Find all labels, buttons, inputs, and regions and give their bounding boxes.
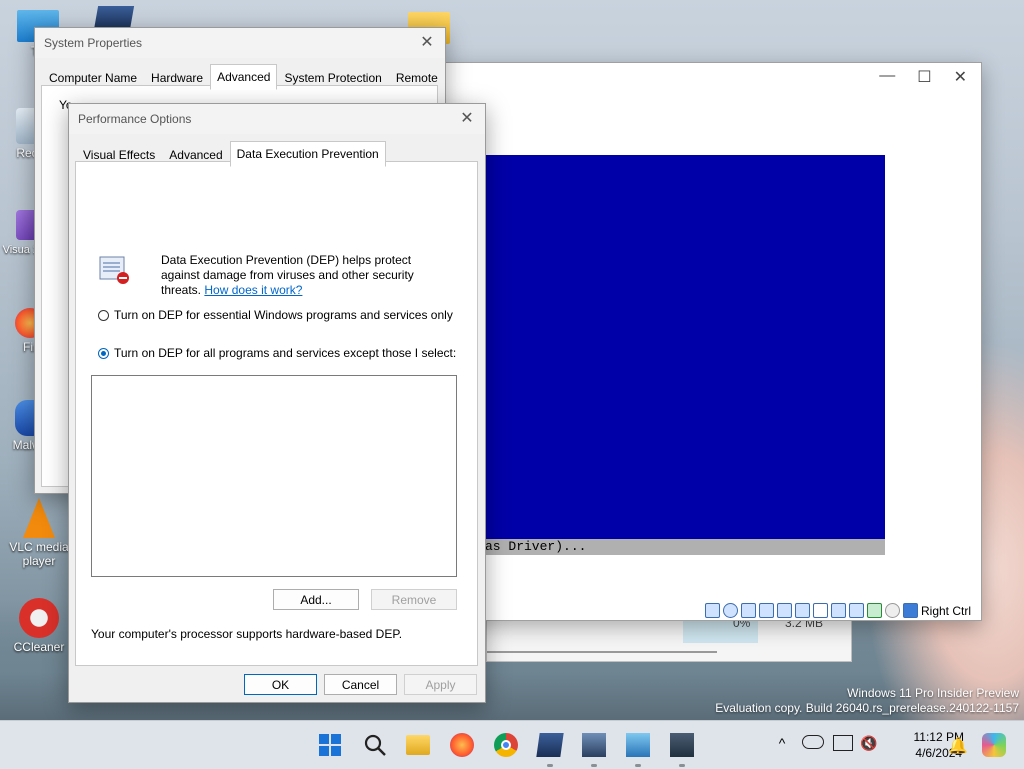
performance-options-tabs: Visual Effects Advanced Data Execution P… [69, 141, 485, 167]
remote-desktop-icon[interactable] [582, 733, 606, 757]
onedrive-icon[interactable] [802, 735, 824, 749]
desktop-icon-label: VLC media player [9, 540, 69, 568]
photos-icon[interactable] [626, 733, 650, 757]
show-hidden-icons-chevron-icon[interactable]: ^ [770, 735, 794, 759]
vm-display[interactable] [485, 155, 885, 539]
ccleaner-icon [19, 598, 59, 638]
desktop-icon-ccleaner[interactable]: CCleaner [8, 598, 70, 654]
windows-watermark: Windows 11 Pro Insider Preview Evaluatio… [715, 686, 1019, 716]
watermark-build: Evaluation copy. Build 26040.rs_prerelea… [715, 701, 1019, 715]
chrome-icon[interactable] [494, 733, 518, 757]
network-icon[interactable] [833, 735, 853, 751]
desktop-icon-label: CCleaner [13, 640, 65, 654]
performance-options-titlebar[interactable]: Performance Options [69, 104, 485, 134]
performance-options-dialog[interactable]: Performance Options ✕ Visual Effects Adv… [68, 103, 486, 703]
tab-computer-name[interactable]: Computer Name [42, 66, 144, 90]
cpu-icon[interactable] [867, 603, 882, 618]
volume-muted-icon[interactable]: 🔇 [860, 735, 884, 759]
mouse-integration-icon[interactable] [885, 603, 900, 618]
virtualbox-vm-window[interactable]: — ☐ ✕ as Driver)... Right Ctrl [442, 62, 982, 621]
file-explorer-icon[interactable] [406, 735, 430, 755]
vm-boot-status-text: as Driver)... [485, 539, 587, 554]
video-capture-icon[interactable] [849, 603, 864, 618]
tab-visual-effects[interactable]: Visual Effects [76, 143, 162, 167]
dep-support-text: Your computer's processor supports hardw… [91, 627, 403, 641]
maximize-icon[interactable]: ☐ [917, 67, 931, 87]
dep-description: Data Execution Prevention (DEP) helps pr… [161, 253, 451, 298]
tab-system-protection[interactable]: System Protection [277, 66, 388, 90]
shared-folders-icon[interactable] [795, 603, 810, 618]
firefox-icon[interactable] [450, 733, 474, 757]
keyboard-capture-icon[interactable] [903, 603, 918, 618]
desktop-icon-vlc[interactable]: VLC media player [8, 498, 70, 568]
remove-button[interactable]: Remove [371, 589, 457, 610]
tab-data-execution-prevention[interactable]: Data Execution Prevention [229, 141, 386, 167]
how-does-it-work-link[interactable]: How does it work? [204, 283, 302, 297]
dep-shield-icon [98, 255, 130, 285]
dep-option-all[interactable]: Turn on DEP for all programs and service… [98, 346, 456, 360]
taskbar: ^ 🔇 11:12 PM 4/6/2024 🔔 [0, 720, 1024, 769]
close-icon[interactable]: ✕ [417, 33, 437, 53]
radio-essential-label: Turn on DEP for essential Windows progra… [114, 308, 453, 322]
host-key-label: Right Ctrl [921, 603, 972, 618]
virtualbox-icon[interactable] [536, 733, 564, 757]
search-icon[interactable] [363, 733, 387, 757]
radio-all-programs[interactable] [98, 347, 109, 359]
tab-advanced[interactable]: Advanced [210, 64, 278, 90]
running-indicator [635, 764, 641, 767]
dialog-title: Performance Options [78, 112, 192, 126]
tab-advanced[interactable]: Advanced [162, 143, 229, 167]
system-properties-titlebar[interactable]: System Properties [35, 28, 445, 58]
minimize-icon[interactable]: — [879, 67, 895, 87]
dep-exception-list[interactable] [91, 375, 457, 577]
task-manager-fragment: 0% 3.2 MB [486, 616, 852, 662]
cancel-button[interactable]: Cancel [324, 674, 397, 695]
network-icon[interactable] [759, 603, 774, 618]
vm-status-bar: Right Ctrl [705, 603, 971, 618]
close-icon[interactable]: ✕ [954, 67, 967, 87]
vm-window-controls: — ☐ ✕ [879, 67, 967, 87]
virtual-machine-app-icon[interactable] [670, 733, 694, 757]
hard-disk-icon[interactable] [705, 603, 720, 618]
radio-all-programs-label: Turn on DEP for all programs and service… [114, 346, 457, 360]
recording-icon[interactable] [831, 603, 846, 618]
audio-icon[interactable] [741, 603, 756, 618]
close-icon[interactable]: ✕ [457, 109, 477, 129]
radio-essential[interactable] [98, 309, 109, 321]
start-icon[interactable] [318, 733, 342, 757]
dep-panel: Data Execution Prevention (DEP) helps pr… [75, 161, 478, 666]
running-indicator [547, 764, 553, 767]
window-title: System Properties [44, 36, 143, 50]
optical-drive-icon[interactable] [723, 603, 738, 618]
notification-bell-icon[interactable]: 🔔 [948, 736, 972, 760]
tab-hardware[interactable]: Hardware [144, 66, 210, 90]
system-properties-tabs: Computer Name Hardware Advanced System P… [35, 64, 445, 90]
vlc-cone-icon [23, 498, 55, 538]
watermark-edition: Windows 11 Pro Insider Preview [847, 686, 1019, 700]
dep-option-essential[interactable]: Turn on DEP for essential Windows progra… [98, 308, 453, 322]
vm-boot-status-bar: as Driver)... [485, 539, 885, 555]
copilot-pre-icon[interactable] [982, 733, 1006, 757]
display-icon[interactable] [813, 603, 828, 618]
usb-icon[interactable] [777, 603, 792, 618]
running-indicator [679, 764, 685, 767]
add-button[interactable]: Add... [273, 589, 359, 610]
apply-button[interactable]: Apply [404, 674, 477, 695]
running-indicator [591, 764, 597, 767]
tab-remote[interactable]: Remote [389, 66, 445, 90]
ok-button[interactable]: OK [244, 674, 317, 695]
